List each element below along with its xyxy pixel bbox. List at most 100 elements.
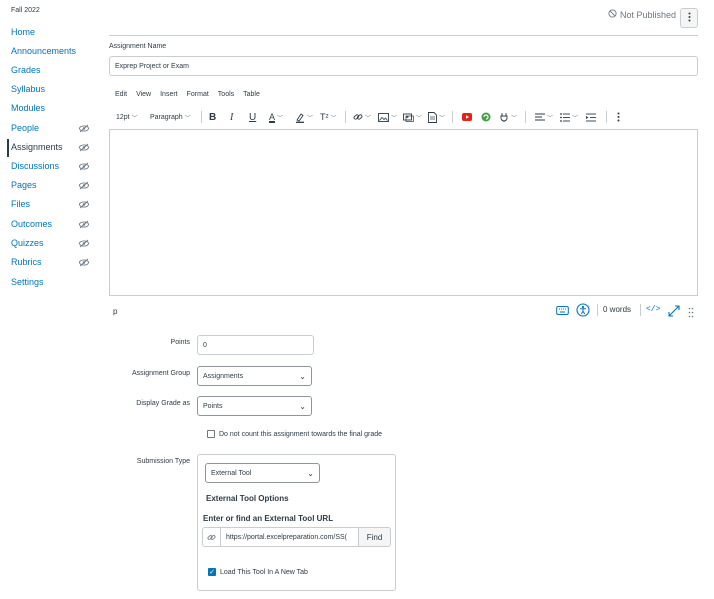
menu-insert[interactable]: Insert — [160, 91, 178, 98]
chevron-down-icon: ﹀ — [330, 115, 337, 122]
sidebar-item-quizzes[interactable]: Quizzes — [11, 235, 91, 252]
eye-slash-icon — [78, 139, 90, 156]
sidebar-item-home[interactable]: Home — [11, 24, 91, 41]
sidebar-item-discussions[interactable]: Discussions — [11, 158, 91, 175]
sidebar-item-modules[interactable]: Modules — [11, 100, 91, 117]
options-menu-button[interactable] — [680, 8, 698, 28]
resize-handle-icon[interactable] — [688, 305, 694, 323]
rich-text-editor-area[interactable] — [109, 129, 698, 296]
html-editor-toggle[interactable]: </> — [646, 305, 660, 314]
sidebar-item-pages[interactable]: Pages — [11, 177, 91, 194]
bold-icon[interactable]: B — [209, 108, 216, 126]
assignment-group-select[interactable]: Assignments ⌄ — [197, 366, 312, 386]
sidebar-item-settings[interactable]: Settings — [11, 274, 91, 291]
display-grade-label: Display Grade as — [136, 400, 190, 407]
indent-button[interactable] — [586, 108, 596, 126]
menu-edit[interactable]: Edit — [115, 91, 127, 98]
block-format-dropdown[interactable]: Paragraph ﹀ — [150, 108, 191, 126]
sidebar-item-assignments[interactable]: Assignments — [11, 139, 91, 156]
underline-icon[interactable]: U — [249, 108, 256, 126]
eye-slash-icon — [78, 196, 90, 213]
kebab-icon — [688, 9, 691, 27]
chevron-down-icon: ﹀ — [131, 115, 138, 122]
kebab-icon — [617, 112, 620, 122]
text-color-icon: A — [269, 112, 276, 122]
editor-menubar: Edit View Insert Format Tools Table — [115, 91, 269, 98]
sidebar-item-grades[interactable]: Grades — [11, 62, 91, 79]
italic-icon[interactable]: I — [230, 108, 233, 126]
chevron-down-icon: ⌄ — [307, 468, 314, 478]
new-tab-checkbox[interactable]: ✓ — [208, 568, 216, 576]
sidebar-item-people[interactable]: People — [11, 120, 91, 137]
keyboard-shortcuts-icon[interactable] — [556, 304, 569, 322]
submission-type-select[interactable]: External Tool ⌄ — [205, 463, 320, 483]
sidebar-item-label: Assignments — [11, 142, 63, 152]
final-grade-option[interactable]: Do not count this assignment towards the… — [207, 430, 382, 438]
youtube-icon[interactable] — [462, 108, 472, 126]
link-button[interactable]: ﹀ — [353, 108, 371, 126]
sidebar-item-label: Announcements — [11, 46, 77, 56]
sidebar-item-outcomes[interactable]: Outcomes — [11, 216, 91, 233]
chevron-down-icon: ﹀ — [307, 115, 314, 122]
accessibility-checker-icon[interactable] — [576, 303, 590, 322]
document-button[interactable]: ﹀ — [428, 108, 445, 126]
new-tab-option[interactable]: ✓ Load This Tool In A New Tab — [208, 568, 308, 576]
chevron-down-icon: ﹀ — [439, 115, 446, 122]
sidebar-item-label: Rubrics — [11, 257, 42, 267]
external-tool-url-input[interactable]: https://portal.excelpreparation.com/SS( — [220, 527, 359, 547]
align-button[interactable]: ﹀ — [535, 108, 553, 126]
sidebar-item-syllabus[interactable]: Syllabus — [11, 81, 91, 98]
superscript-icon: T² — [320, 112, 329, 122]
sidebar-item-announcements[interactable]: Announcements — [11, 43, 91, 60]
menu-tools[interactable]: Tools — [218, 91, 234, 98]
find-button[interactable]: Find — [359, 527, 391, 547]
highlight-icon — [295, 112, 305, 123]
list-button[interactable]: ﹀ — [560, 108, 578, 126]
fullscreen-icon[interactable] — [668, 304, 680, 322]
office365-icon[interactable] — [481, 108, 491, 126]
link-icon — [353, 112, 363, 122]
points-input[interactable]: 0 — [197, 335, 314, 355]
menu-table[interactable]: Table — [243, 91, 260, 98]
more-toolbar-button[interactable] — [617, 108, 620, 126]
sidebar-item-files[interactable]: Files — [11, 196, 91, 213]
display-grade-select[interactable]: Points ⌄ — [197, 396, 312, 416]
toolbar-separator — [525, 111, 526, 123]
chevron-down-icon: ﹀ — [511, 115, 518, 122]
final-grade-checkbox[interactable] — [207, 430, 215, 438]
sidebar-item-label: Grades — [11, 65, 41, 75]
sidebar-item-label: Syllabus — [11, 84, 46, 94]
link-icon — [202, 527, 220, 547]
word-count[interactable]: 0 words — [603, 305, 631, 314]
image-icon — [378, 112, 389, 122]
chevron-down-icon: ﹀ — [365, 115, 372, 122]
active-nav-indicator — [7, 139, 9, 157]
block-format-value: Paragraph — [150, 113, 183, 121]
assignment-name-input[interactable] — [109, 56, 698, 76]
sidebar-item-rubrics[interactable]: Rubrics — [11, 254, 91, 271]
image-button[interactable]: ﹀ — [378, 108, 397, 126]
publish-status[interactable]: Not Published — [608, 9, 676, 20]
font-size-dropdown[interactable]: 12pt ﹀ — [116, 108, 138, 126]
menu-format[interactable]: Format — [187, 91, 209, 98]
sidebar-item-label: Modules — [11, 103, 46, 113]
menu-view[interactable]: View — [136, 91, 151, 98]
media-button[interactable]: ﹀ — [403, 108, 422, 126]
superscript-button[interactable]: T² ﹀ — [320, 108, 337, 126]
chevron-down-icon: ⌄ — [299, 401, 306, 411]
chevron-down-icon: ⌄ — [299, 371, 306, 381]
element-path[interactable]: p — [113, 307, 117, 316]
sidebar-item-label: Files — [11, 199, 31, 209]
apps-button[interactable]: ﹀ — [499, 108, 517, 126]
submission-type-label: Submission Type — [136, 458, 190, 465]
chevron-down-icon: ﹀ — [572, 115, 579, 122]
toolbar-separator — [606, 111, 607, 123]
highlight-button[interactable]: ﹀ — [295, 108, 313, 126]
points-label: Points — [170, 339, 190, 346]
status-separator — [640, 304, 641, 316]
text-color-button[interactable]: A ﹀ — [269, 108, 283, 126]
editor-toolbar: 12pt ﹀ Paragraph ﹀ B I U A ﹀ ﹀ T² ﹀ ﹀ ﹀ ﹀ ﹀ … — [109, 108, 698, 126]
assignment-group-value: Assignments — [203, 372, 244, 380]
eye-slash-icon — [78, 177, 90, 194]
sidebar-item-label: Discussions — [11, 161, 60, 171]
